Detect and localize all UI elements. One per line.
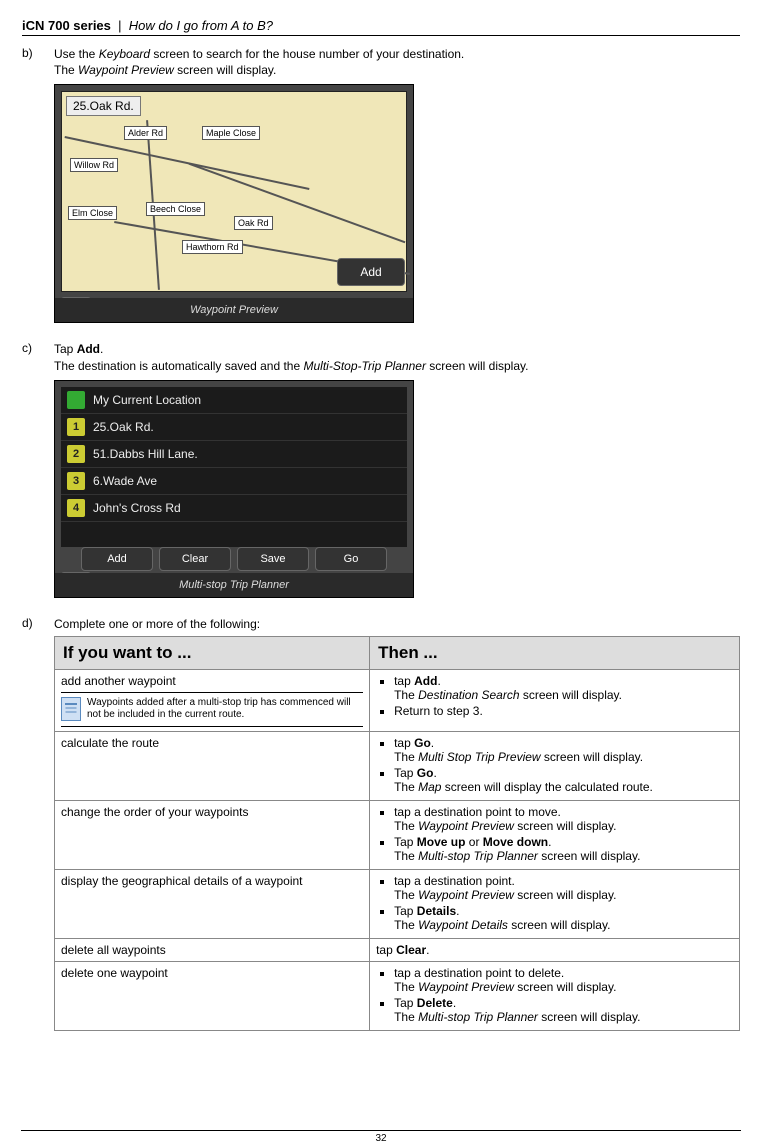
- map-label-hawthorn: Hawthorn Rd: [182, 240, 243, 254]
- trip-row-label: 6.Wade Ave: [93, 474, 157, 488]
- save-button[interactable]: Save: [237, 547, 309, 571]
- map-label-maple: Maple Close: [202, 126, 260, 140]
- table-row: calculate the route tap Go. The Multi St…: [55, 731, 740, 800]
- want-text: delete one waypoint: [55, 961, 370, 1030]
- note-box: Waypoints added after a multi-stop trip …: [61, 692, 363, 727]
- list-item: tap a destination point to move. The Way…: [394, 805, 733, 833]
- list-item: Tap Details. The Waypoint Details screen…: [394, 904, 733, 932]
- list-item: Tap Go. The Map screen will display the …: [394, 766, 733, 794]
- table-header-then: Then ...: [370, 636, 740, 669]
- screenshot-title: Waypoint Preview: [55, 298, 413, 322]
- add-button[interactable]: Add: [337, 258, 405, 286]
- want-text: calculate the route: [55, 731, 370, 800]
- want-text: change the order of your waypoints: [55, 800, 370, 869]
- page-number: 32: [21, 1130, 741, 1144]
- trip-row-4[interactable]: 4 John's Cross Rd: [61, 495, 407, 522]
- list-item: tap Go. The Multi Stop Trip Preview scre…: [394, 736, 733, 764]
- then-list: tap a destination point. The Waypoint Pr…: [376, 874, 733, 932]
- step-d: d) Complete one or more of the following…: [22, 616, 740, 1031]
- then-plain: tap Clear.: [370, 938, 740, 961]
- step-d-text: Complete one or more of the following:: [54, 616, 740, 632]
- want-text: delete all waypoints: [55, 938, 370, 961]
- list-item: tap a destination point to delete. The W…: [394, 966, 733, 994]
- series-name: iCN 700 series: [22, 18, 111, 33]
- waypoint-preview-screenshot: 25.Oak Rd. Alder Rd Maple Close Willow R…: [54, 84, 414, 323]
- list-item: Return to step 3.: [394, 704, 733, 718]
- table-header-want: If you want to ...: [55, 636, 370, 669]
- waypoint-flag-icon: 1: [67, 418, 85, 436]
- go-button[interactable]: Go: [315, 547, 387, 571]
- step-d-letter: d): [22, 616, 54, 1031]
- add-button[interactable]: Add: [81, 547, 153, 571]
- trip-row-current[interactable]: My Current Location: [61, 387, 407, 414]
- want-text: add another waypoint: [61, 674, 363, 688]
- address-box: 25.Oak Rd.: [66, 96, 141, 116]
- step-b-letter: b): [22, 46, 54, 333]
- list-item: tap Add. The Destination Search screen w…: [394, 674, 733, 702]
- page-header: iCN 700 series | How do I go from A to B…: [22, 18, 740, 36]
- step-c-letter: c): [22, 341, 54, 607]
- chapter-title: How do I go from A to B?: [129, 18, 273, 33]
- table-row: change the order of your waypoints tap a…: [55, 800, 740, 869]
- header-sep: |: [118, 18, 121, 33]
- options-table: If you want to ... Then ... add another …: [54, 636, 740, 1031]
- table-row: delete all waypoints tap Clear.: [55, 938, 740, 961]
- want-text: display the geographical details of a wa…: [55, 869, 370, 938]
- trip-row-2[interactable]: 2 51.Dabbs Hill Lane.: [61, 441, 407, 468]
- waypoint-flag-icon: 2: [67, 445, 85, 463]
- trip-row-3[interactable]: 3 6.Wade Ave: [61, 468, 407, 495]
- map-label-oak: Oak Rd: [234, 216, 273, 230]
- table-row: delete one waypoint tap a destination po…: [55, 961, 740, 1030]
- current-location-flag-icon: [67, 391, 85, 409]
- note-icon: [61, 697, 81, 721]
- step-c: c) Tap Add. The destination is automatic…: [22, 341, 740, 607]
- then-list: tap Add. The Destination Search screen w…: [376, 674, 733, 718]
- screenshot-title: Multi-stop Trip Planner: [55, 573, 413, 597]
- then-list: tap Go. The Multi Stop Trip Preview scre…: [376, 736, 733, 794]
- waypoint-flag-icon: 3: [67, 472, 85, 490]
- trip-row-1[interactable]: 1 25.Oak Rd.: [61, 414, 407, 441]
- table-row: display the geographical details of a wa…: [55, 869, 740, 938]
- map-label-alder: Alder Rd: [124, 126, 167, 140]
- map-label-beech: Beech Close: [146, 202, 205, 216]
- trip-list: My Current Location 1 25.Oak Rd. 2 51.Da…: [61, 387, 407, 547]
- trip-row-label: 25.Oak Rd.: [93, 420, 154, 434]
- multistop-planner-screenshot: My Current Location 1 25.Oak Rd. 2 51.Da…: [54, 380, 414, 598]
- step-b-text: Use the Keyboard screen to search for th…: [54, 46, 740, 78]
- button-row: Add Clear Save Go: [61, 547, 407, 571]
- list-item: tap a destination point. The Waypoint Pr…: [394, 874, 733, 902]
- then-list: tap a destination point to move. The Way…: [376, 805, 733, 863]
- table-row: add another waypoint Waypoints added aft…: [55, 669, 740, 731]
- trip-row-label: John's Cross Rd: [93, 501, 181, 515]
- note-text: Waypoints added after a multi-stop trip …: [87, 697, 363, 722]
- clear-button[interactable]: Clear: [159, 547, 231, 571]
- then-list: tap a destination point to delete. The W…: [376, 966, 733, 1024]
- map-label-willow: Willow Rd: [70, 158, 118, 172]
- waypoint-flag-icon: 4: [67, 499, 85, 517]
- map-label-elm: Elm Close: [68, 206, 117, 220]
- trip-row-label: 51.Dabbs Hill Lane.: [93, 447, 198, 461]
- step-c-text: Tap Add. The destination is automaticall…: [54, 341, 740, 373]
- trip-row-label: My Current Location: [93, 393, 201, 407]
- step-b: b) Use the Keyboard screen to search for…: [22, 46, 740, 333]
- list-item: Tap Move up or Move down. The Multi-stop…: [394, 835, 733, 863]
- list-item: Tap Delete. The Multi-stop Trip Planner …: [394, 996, 733, 1024]
